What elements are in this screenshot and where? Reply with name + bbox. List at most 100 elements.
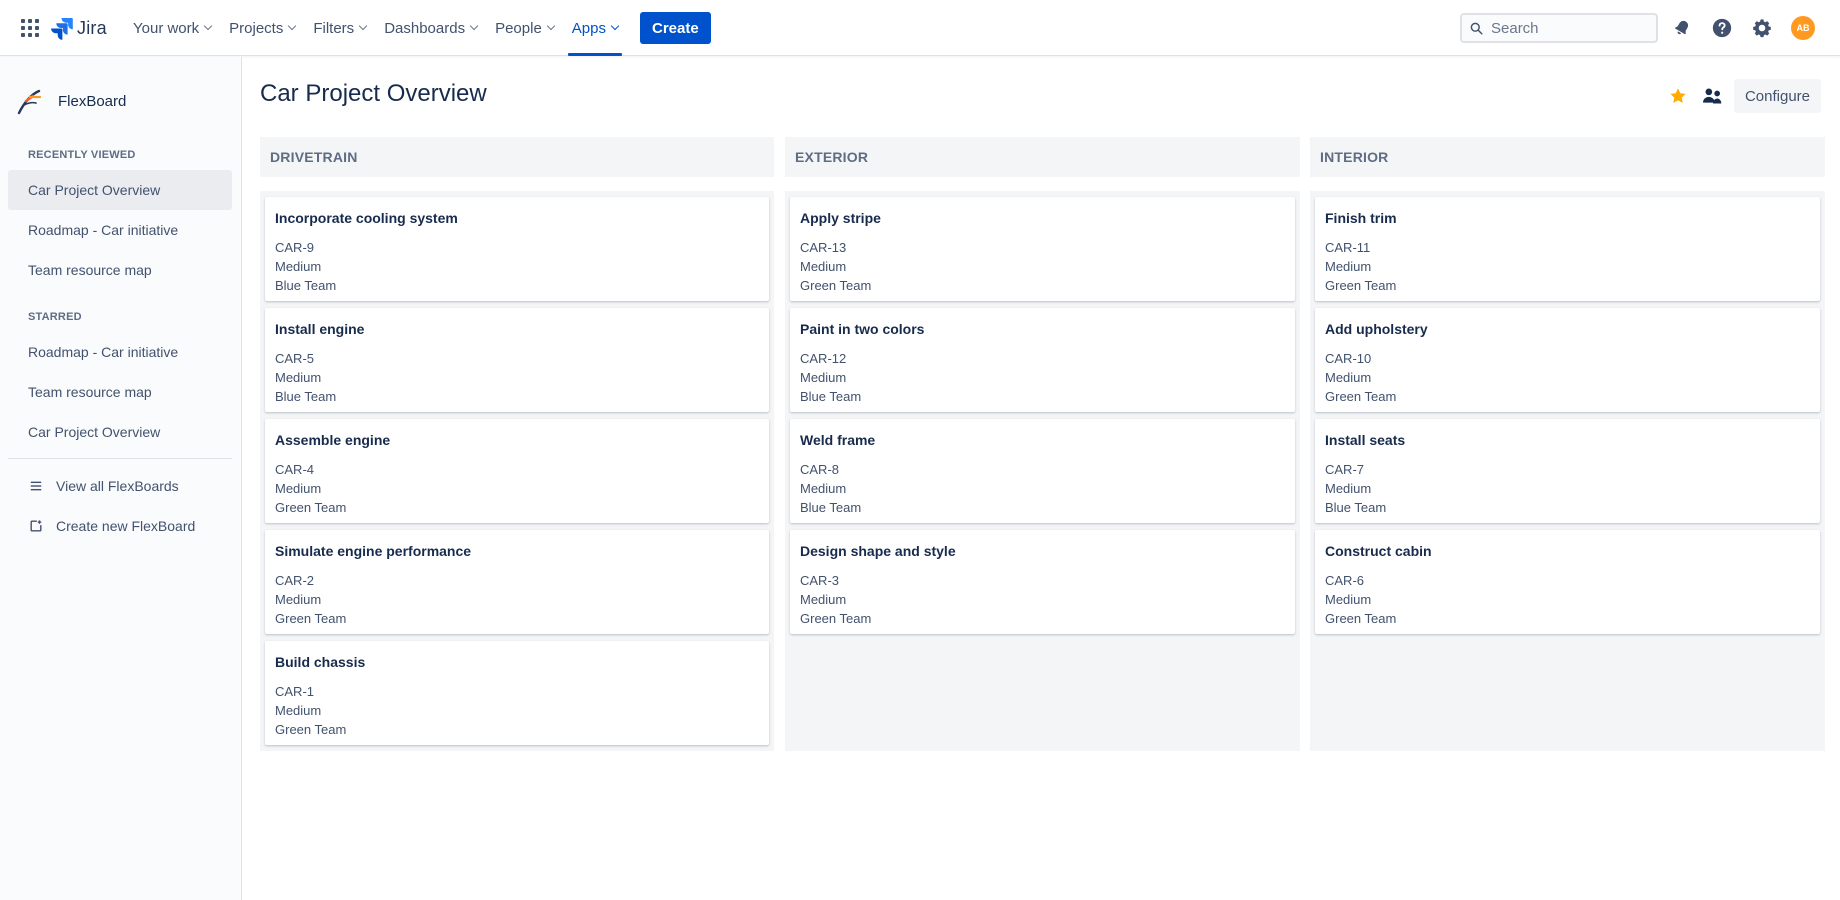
nav-filters[interactable]: Filters: [305, 0, 374, 56]
settings-icon[interactable]: [1750, 16, 1774, 40]
star-button[interactable]: [1666, 84, 1690, 108]
issue-card[interactable]: Design shape and style CAR-3 Medium Gree…: [790, 530, 1295, 634]
chevron-down-icon: [358, 21, 368, 31]
card-title: Apply stripe: [800, 210, 881, 226]
starred-item-car-project-overview[interactable]: Car Project Overview: [8, 412, 232, 452]
sidebar-divider: [8, 458, 232, 459]
recently-viewed-heading: RECENTLY VIEWED: [28, 149, 136, 161]
recent-item-roadmap[interactable]: Roadmap - Car initiative: [8, 210, 232, 250]
card-priority: Medium: [275, 370, 322, 385]
card-title: Incorporate cooling system: [275, 210, 458, 226]
column-interior: Finish trim CAR-11 Medium Green Team Add…: [1310, 191, 1825, 751]
bell-icon: [1674, 20, 1689, 35]
action-label: Create new FlexBoard: [56, 518, 196, 534]
chevron-down-icon: [610, 21, 620, 31]
card-title: Assemble engine: [275, 432, 391, 448]
search-box[interactable]: [1460, 13, 1658, 43]
nav-dashboards[interactable]: Dashboards: [376, 0, 485, 56]
share-people-button[interactable]: [1700, 84, 1726, 108]
starred-item-team-resource-map[interactable]: Team resource map: [8, 372, 232, 412]
card-key: CAR-2: [275, 573, 315, 588]
search-icon: [1470, 22, 1483, 35]
sidebar-item-label: Car Project Overview: [28, 424, 161, 440]
primary-nav: Your work Projects Filters Dashboards Pe…: [125, 0, 711, 56]
column-drivetrain: Incorporate cooling system CAR-9 Medium …: [260, 191, 774, 751]
view-all-flexboards-link[interactable]: View all FlexBoards: [8, 466, 232, 506]
card-title: Construct cabin: [1325, 543, 1432, 559]
card-priority: Medium: [1325, 370, 1372, 385]
issue-card[interactable]: Incorporate cooling system CAR-9 Medium …: [265, 197, 769, 301]
recent-item-team-resource-map[interactable]: Team resource map: [8, 250, 232, 290]
issue-card[interactable]: Construct cabin CAR-6 Medium Green Team: [1315, 530, 1820, 634]
star-icon: [1670, 88, 1686, 103]
card-key: CAR-13: [800, 240, 847, 255]
create-new-flexboard-link[interactable]: Create new FlexBoard: [8, 506, 232, 546]
sidebar-item-label: Team resource map: [28, 384, 152, 400]
nav-label: People: [495, 19, 542, 37]
starred-item-roadmap[interactable]: Roadmap - Car initiative: [8, 332, 232, 372]
nav-label: Apps: [571, 19, 606, 37]
issue-card[interactable]: Apply stripe CAR-13 Medium Green Team: [790, 197, 1295, 301]
card-team: Green Team: [1325, 389, 1397, 404]
card-priority: Medium: [800, 481, 847, 496]
issue-card[interactable]: Paint in two colors CAR-12 Medium Blue T…: [790, 308, 1295, 412]
card-priority: Medium: [275, 259, 322, 274]
sidebar-item-label: Roadmap - Car initiative: [28, 222, 179, 238]
app-switcher-icon[interactable]: [20, 18, 40, 38]
card-title: Install engine: [275, 321, 365, 337]
issue-card[interactable]: Build chassis CAR-1 Medium Green Team: [265, 641, 769, 745]
card-key: CAR-4: [275, 462, 315, 477]
card-title: Simulate engine performance: [275, 543, 472, 559]
column-header-drivetrain: DRIVETRAIN: [260, 137, 774, 177]
chevron-down-icon: [546, 21, 556, 31]
card-team: Green Team: [800, 611, 872, 626]
card-team: Green Team: [275, 722, 347, 737]
nav-people[interactable]: People: [487, 0, 562, 56]
recent-item-car-project-overview[interactable]: Car Project Overview: [8, 170, 232, 210]
nav-label: Filters: [313, 19, 355, 37]
column-title: INTERIOR: [1320, 149, 1389, 165]
card-priority: Medium: [1325, 481, 1372, 496]
nav-projects[interactable]: Projects: [221, 0, 303, 56]
column-title: EXTERIOR: [795, 149, 869, 165]
card-key: CAR-12: [800, 351, 847, 366]
card-key: CAR-3: [800, 573, 840, 588]
create-board-icon: [28, 518, 44, 534]
question-circle-icon: [1712, 18, 1732, 38]
issue-card[interactable]: Add upholstery CAR-10 Medium Green Team: [1315, 308, 1820, 412]
list-icon: [28, 478, 44, 494]
nav-your-work[interactable]: Your work: [125, 0, 219, 56]
issue-card[interactable]: Finish trim CAR-11 Medium Green Team: [1315, 197, 1820, 301]
card-key: CAR-10: [1325, 351, 1372, 366]
create-button[interactable]: Create: [640, 12, 711, 44]
jira-logo[interactable]: Jira: [50, 14, 107, 42]
avatar[interactable]: AB: [1791, 16, 1815, 40]
card-priority: Medium: [1325, 259, 1372, 274]
card-key: CAR-11: [1325, 240, 1371, 255]
issue-card[interactable]: Install engine CAR-5 Medium Blue Team: [265, 308, 769, 412]
card-team: Green Team: [1325, 278, 1397, 293]
issue-card[interactable]: Simulate engine performance CAR-2 Medium…: [265, 530, 769, 634]
nav-apps[interactable]: Apps: [564, 0, 626, 56]
search-input[interactable]: [1491, 19, 1651, 37]
help-icon[interactable]: [1710, 16, 1734, 40]
notifications-icon[interactable]: [1670, 16, 1694, 40]
sidebar-item-label: Team resource map: [28, 262, 152, 278]
issue-card[interactable]: Install seats CAR-7 Medium Blue Team: [1315, 419, 1820, 523]
column-header-exterior: EXTERIOR: [785, 137, 1300, 177]
sidebar-item-label: Roadmap - Car initiative: [28, 344, 179, 360]
configure-button[interactable]: Configure: [1734, 79, 1821, 113]
nav-label: Projects: [229, 19, 284, 37]
issue-card[interactable]: Assemble engine CAR-4 Medium Green Team: [265, 419, 769, 523]
issue-card[interactable]: Weld frame CAR-8 Medium Blue Team: [790, 419, 1295, 523]
card-title: Finish trim: [1325, 210, 1397, 226]
sidebar-header[interactable]: FlexBoard: [16, 87, 126, 115]
jira-logo-icon: [51, 18, 73, 40]
card-team: Green Team: [275, 611, 347, 626]
card-title: Design shape and style: [800, 543, 956, 559]
card-priority: Medium: [275, 703, 322, 718]
sidebar-item-label: Car Project Overview: [28, 182, 161, 198]
card-team: Green Team: [800, 278, 872, 293]
column-exterior: Apply stripe CAR-13 Medium Green Team Pa…: [785, 191, 1300, 751]
card-key: CAR-1: [275, 684, 315, 699]
